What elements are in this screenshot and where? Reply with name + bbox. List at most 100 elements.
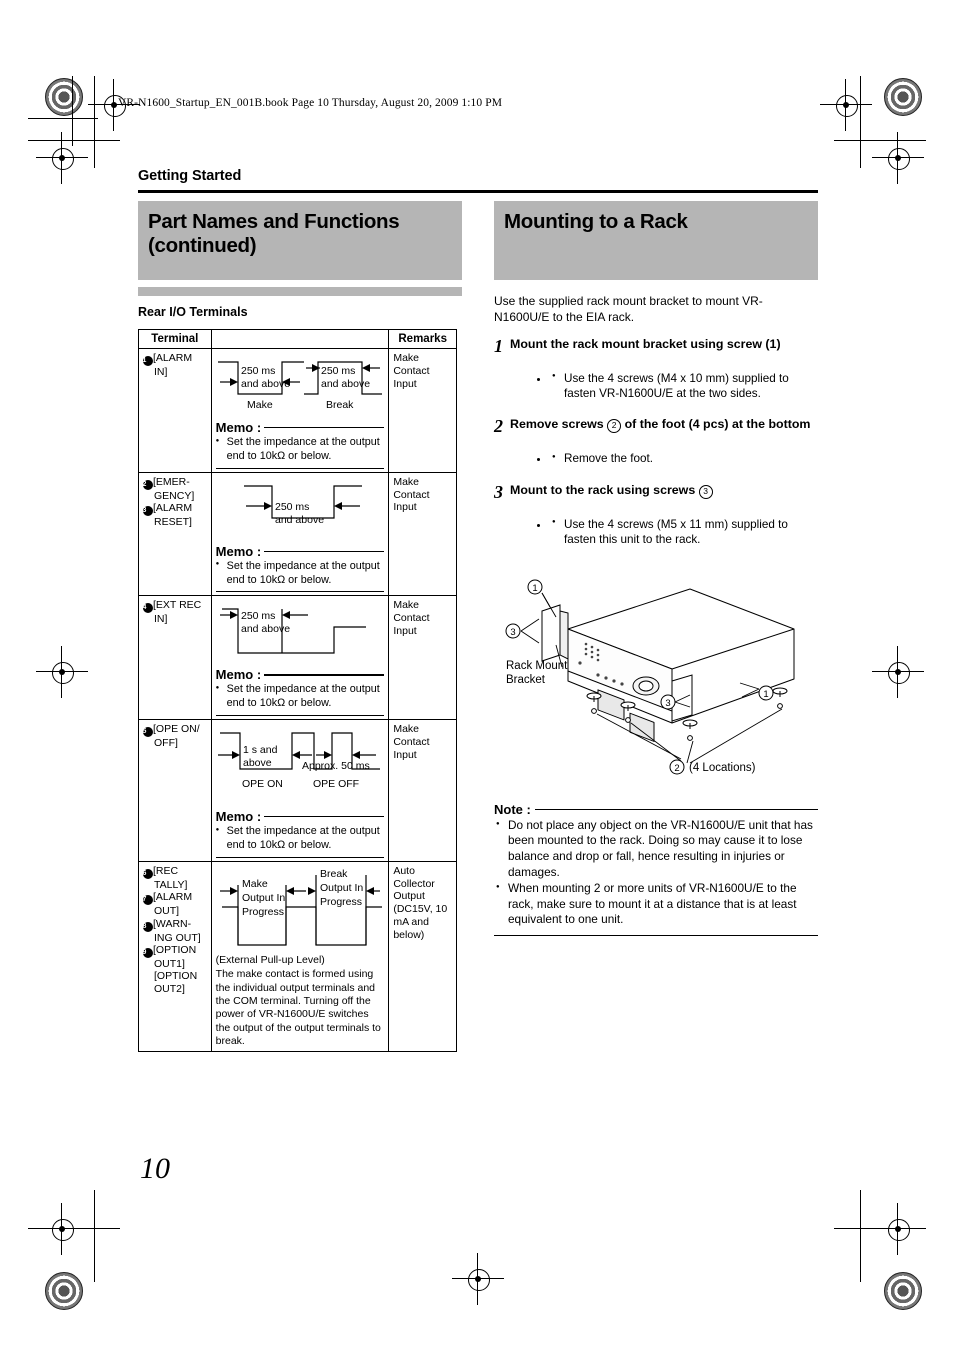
terminal-badge: 37 — [139, 895, 153, 906]
terminal-name-line: IN] — [154, 613, 168, 626]
terminal-name-line: [ALARM — [153, 502, 193, 515]
right-column: Mounting to a Rack Use the supplied rack… — [494, 201, 818, 937]
timing-diagram-alarm-in: 250 ms and above Make 250 ms and above B… — [218, 361, 382, 411]
note-title: Note : — [494, 801, 531, 817]
step-title: Mount to the rack using screws — [510, 482, 696, 497]
pull-up-level-note: (External Pull-up Level) — [215, 953, 325, 966]
registration-crosshair-top-right — [820, 79, 872, 131]
step-1: 1 Mount the rack mount bracket using scr… — [494, 337, 818, 401]
terminal-name-line: OFF] — [154, 737, 178, 750]
memo-bottom-rule — [215, 591, 385, 593]
diagram-cell: Make Output In Progress Break Output In … — [210, 860, 390, 1053]
table-row: 34 [EXT REC IN] 250 ms and above Memo: … — [138, 595, 457, 721]
callout-circle-3-icon: 3 — [698, 484, 713, 499]
memo-bottom-rule — [215, 856, 385, 858]
figure-callout-2: 2 — [674, 763, 679, 774]
timing-diagram-ope-on-off: 1 s and above Approx. 50 ms OPE ON OPE O… — [218, 732, 380, 790]
terminal-badge: 33 — [139, 506, 153, 517]
table-row: 32 [EMER- GENCY] 33 [ALARM RESET] 250 ms… — [138, 471, 457, 597]
memo-title: Memo : — [215, 420, 262, 435]
document-page: VR-N1600_Startup_EN_001B.book Page 10 Th… — [0, 0, 954, 1351]
memo-item: Set the impedance at the output end to 1… — [216, 683, 385, 711]
note-rule — [534, 808, 818, 811]
diagram-label: and above — [321, 378, 370, 390]
page-number: 10 — [140, 1152, 170, 1185]
terminal-name-line: [WARN- — [153, 917, 192, 930]
diagram-label: Break — [320, 868, 348, 880]
terminal-cell: 35 [OPE ON/ OFF] — [138, 719, 212, 862]
left-title-banner: Part Names and Functions (continued) — [138, 201, 462, 280]
remarks-text: Auto Collector Output (DC15V, 10 mA and … — [393, 864, 448, 941]
memo-block: Memo : Set the impedance at the output e… — [215, 809, 385, 858]
step-bullet: Use the 4 screws (M5 x 11 mm) supplied t… — [550, 516, 818, 547]
memo-rule — [264, 815, 385, 818]
registration-crosshair-right-lower — [872, 1203, 924, 1255]
terminal-name-line: OUT1] — [154, 958, 185, 970]
diagram-label: above — [243, 757, 272, 769]
table-header-row: Terminal Remarks — [138, 329, 457, 349]
terminal-name-line: TALLY] — [154, 878, 188, 891]
diagram-label: OPE OFF — [313, 778, 359, 790]
terminal-name-line: OUT] — [154, 905, 180, 918]
header-terminal: Terminal — [138, 329, 212, 349]
trim-mark — [28, 118, 98, 119]
diagram-label: 250 ms — [275, 501, 309, 513]
terminal-name-line: [ALARM — [153, 352, 193, 364]
memo-title: Memo : — [215, 809, 262, 825]
memo-rule — [264, 550, 385, 552]
terminal-name-line: [EXT REC — [153, 599, 202, 612]
table-row: 31 [ALARM IN] 250 ms and above Make 250 … — [138, 348, 457, 473]
timing-diagram-emergency: 250 ms and above — [244, 485, 362, 526]
terminal-badge: 32 — [139, 479, 153, 490]
remarks-cell: Make Contact Input — [388, 348, 457, 473]
step-number: 2 — [494, 416, 503, 437]
note-item: When mounting 2 or more units of VR-N160… — [494, 881, 818, 928]
memo-item: Set the impedance at the output end to 1… — [216, 559, 385, 588]
remarks-cell: Auto Collector Output (DC15V, 10 mA and … — [388, 860, 457, 1053]
terminal-cell: 31 [ALARM IN] — [138, 348, 212, 473]
step-title: Remove screws — [510, 417, 604, 432]
right-title-banner: Mounting to a Rack — [494, 201, 818, 280]
diagram-label: 250 ms — [241, 610, 275, 622]
terminal-badge: 31 — [139, 356, 153, 366]
step-number: 1 — [494, 335, 503, 356]
terminal-badge: 39 — [139, 948, 153, 958]
left-subbar — [138, 287, 462, 296]
note-bottom-rule — [494, 934, 818, 937]
memo-bottom-rule — [215, 715, 385, 717]
registration-crosshair-right-upper — [872, 132, 924, 184]
terminal-name-line: [ALARM — [153, 891, 193, 904]
figure-callout-1b: 1 — [763, 689, 768, 700]
step-title-cont: of the foot (4 pcs) at the bottom — [624, 417, 811, 432]
section-rule — [138, 190, 818, 193]
figure-callout-1a: 1 — [532, 583, 537, 594]
callout-circle-2-icon: 2 — [607, 419, 622, 434]
registration-target-top-left — [45, 78, 83, 116]
diagram-label: Output In — [242, 892, 285, 904]
diagram-cell: 1 s and above Approx. 50 ms OPE ON OPE O… — [210, 719, 390, 862]
remarks-text: Make Contact Input — [393, 352, 430, 390]
note-block: Note : Do not place any object on the VR… — [494, 801, 818, 937]
step-title: Mount the rack mount bracket using screw… — [510, 336, 781, 351]
figure-bracket-label-line1: Rack Mount — [506, 660, 568, 672]
terminal-cell: 34 [EXT REC IN] — [138, 595, 212, 721]
timing-diagram-rec-tally: Make Output In Progress Break Output In … — [220, 868, 382, 946]
terminal-badge: 35 — [139, 727, 153, 738]
diagram-label: Make — [247, 399, 273, 411]
row-body-text: The make contact is formed using the ind… — [215, 968, 381, 1047]
page-content: Getting Started Part Names and Functions… — [138, 168, 818, 1053]
remarks-cell: Make Contact Input — [388, 595, 457, 721]
registration-crosshair-left-middle — [36, 646, 88, 698]
trim-mark — [94, 76, 95, 168]
diagram-label: Progress — [242, 906, 284, 918]
memo-item: Set the impedance at the output end to 1… — [216, 825, 385, 853]
intro-paragraph: Use the supplied rack mount bracket to m… — [494, 294, 763, 324]
step-3: 3 Mount to the rack using screws 3 Use t… — [494, 483, 818, 547]
left-page-title: Part Names and Functions (continued) — [148, 210, 400, 257]
diagram-cell: 250 ms and above Make 250 ms and above B… — [210, 348, 390, 473]
remarks-cell: Make Contact Input — [388, 471, 457, 597]
memo-bottom-rule — [215, 467, 385, 469]
terminal-badge: 34 — [139, 603, 153, 614]
registration-crosshair-right-middle — [872, 646, 924, 698]
terminal-name-line: GENCY] — [154, 489, 195, 502]
